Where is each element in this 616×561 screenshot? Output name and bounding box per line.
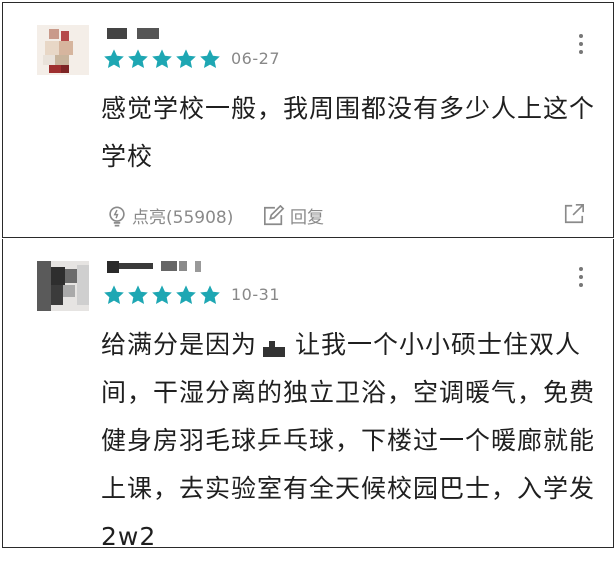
review-content-line: 感觉学校一般，我周围都没有多少人上这个 [101, 94, 596, 123]
star-icon [127, 48, 149, 70]
star-icon [103, 48, 125, 70]
review-card: 10-31 给满分是因为 让我一个小小硕士住双人 间，干湿分离的独立卫浴，空调暖气… [2, 239, 614, 551]
review-content-line: 上课，去实验室有全天候校园巴士，入学发 [101, 474, 596, 503]
rating-stars [103, 284, 221, 306]
lightbulb-icon [109, 205, 125, 226]
star-icon [103, 284, 125, 306]
reply-button[interactable]: 回复 [262, 203, 324, 228]
username-redacted[interactable] [107, 261, 207, 273]
review-date: 06-27 [231, 49, 280, 68]
like-count-label: 点亮(55908) [132, 208, 234, 228]
review-date: 10-31 [231, 285, 280, 304]
more-options-icon[interactable] [578, 267, 584, 289]
reply-label: 回复 [290, 208, 324, 228]
star-icon [199, 284, 221, 306]
review-text-segment: 让我一个小小硕士住双人 [295, 330, 582, 359]
star-icon [127, 284, 149, 306]
review-content-line: 给满分是因为 让我一个小小硕士住双人 [101, 321, 595, 369]
redacted-image [259, 333, 289, 359]
review-content-line: 健身房羽毛球乒乓球，下楼过一个暖廊就能 [101, 426, 596, 455]
like-button[interactable]: 点亮(55908) [106, 203, 233, 228]
review-card: 06-27 感觉学校一般，我周围都没有多少人上这个 学校 点亮(55908) 回… [2, 2, 614, 238]
star-icon [175, 48, 197, 70]
avatar[interactable] [37, 25, 89, 75]
review-content-line: 学校 [101, 142, 154, 171]
review-content-line: 间，干湿分离的独立卫浴，空调暖气，免费 [101, 378, 596, 407]
review-content-line: 2w2 [101, 522, 157, 551]
star-icon [199, 48, 221, 70]
share-icon[interactable] [563, 203, 585, 229]
review-content: 给满分是因为 让我一个小小硕士住双人 间，干湿分离的独立卫浴，空调暖气，免费 健身… [101, 321, 595, 561]
review-text-segment: 给满分是因为 [101, 330, 258, 359]
review-content: 感觉学校一般，我周围都没有多少人上这个 学校 [101, 85, 595, 181]
rating-stars [103, 48, 221, 70]
more-options-icon[interactable] [578, 34, 584, 56]
star-icon [151, 284, 173, 306]
avatar[interactable] [37, 261, 89, 311]
star-icon [175, 284, 197, 306]
username-redacted[interactable] [107, 28, 167, 39]
star-icon [151, 48, 173, 70]
edit-icon [264, 204, 285, 225]
